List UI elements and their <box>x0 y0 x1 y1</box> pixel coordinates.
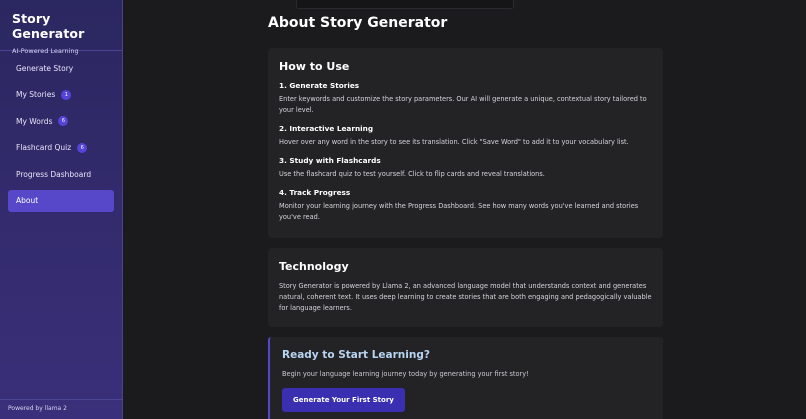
sidebar-item-label: My Stories <box>16 90 56 100</box>
technology-card: Technology Story Generator is powered by… <box>268 248 663 327</box>
sidebar-item-my-words[interactable]: My Words 6 <box>8 110 114 132</box>
step-description: Enter keywords and customize the story p… <box>279 95 647 114</box>
sidebar: Story Generator AI-Powered Learning Gene… <box>0 0 123 419</box>
main-content: About Story Generator How to Use 1. Gene… <box>124 0 806 419</box>
sidebar-item-progress-dashboard[interactable]: Progress Dashboard <box>8 163 114 185</box>
sidebar-item-about[interactable]: About <box>8 189 114 212</box>
generate-first-story-button[interactable]: Generate Your First Story <box>282 388 405 412</box>
brand: Story Generator AI-Powered Learning <box>0 0 122 55</box>
technology-text: Story Generator is powered by Llama 2, a… <box>279 282 652 312</box>
sidebar-item-flashcard-quiz[interactable]: Flashcard Quiz 6 <box>8 137 114 159</box>
page-title: About Story Generator <box>268 15 448 31</box>
step-title: 2. Interactive Learning <box>279 124 374 133</box>
count-badge: 6 <box>58 116 69 127</box>
sidebar-nav: Generate Story My Stories 1 My Words 6 F… <box>0 51 122 212</box>
cta-text: Begin your language learning journey tod… <box>282 370 529 378</box>
sidebar-item-label: Generate Story <box>16 63 74 73</box>
sidebar-item-label: About <box>16 196 39 206</box>
cta-heading: Ready to Start Learning? <box>282 349 430 361</box>
sidebar-item-label: My Words <box>16 116 53 126</box>
step-title: 3. Study with Flashcards <box>279 156 381 165</box>
section-heading: Technology <box>279 260 349 273</box>
top-panel-edge <box>296 0 514 9</box>
how-to-use-card: How to Use 1. Generate Stories Enter key… <box>268 48 663 238</box>
step-title: 1. Generate Stories <box>279 81 360 90</box>
sidebar-footer: Powered by llama 2 <box>0 399 123 419</box>
sidebar-item-label: Progress Dashboard <box>16 169 92 179</box>
sidebar-item-my-stories[interactable]: My Stories 1 <box>8 84 114 106</box>
sidebar-item-label: Flashcard Quiz <box>16 143 72 153</box>
cta-card: Ready to Start Learning? Begin your lang… <box>268 337 663 419</box>
step-description: Monitor your learning journey with the P… <box>279 202 639 221</box>
app-title: Story Generator <box>12 11 85 41</box>
section-heading: How to Use <box>279 60 350 73</box>
step-title: 4. Track Progress <box>279 188 351 197</box>
count-badge: 6 <box>77 142 88 153</box>
sidebar-item-generate-story[interactable]: Generate Story <box>8 57 114 79</box>
step-description: Use the flashcard quiz to test yourself.… <box>279 170 545 178</box>
count-badge: 1 <box>61 89 72 100</box>
step-description: Hover over any word in the story to see … <box>279 138 629 146</box>
